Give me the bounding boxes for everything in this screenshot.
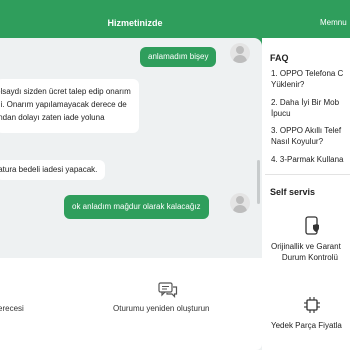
faq-title: FAQ [270, 53, 289, 63]
faq-item[interactable]: 3. OPPO Akıllı Telef Nasıl Koyulur? [271, 125, 341, 147]
faq-item-line: Nasıl Koyulur? [271, 137, 324, 146]
bot-message: fatura bedeli iadesi yapacak. [0, 160, 106, 180]
sidebar-divider [265, 174, 350, 175]
rating-action-label[interactable]: erecesi [0, 304, 24, 313]
message-line: olsaydı sizden ücret talep edip onarım [0, 87, 131, 96]
service-label-line: Orijinallik ve Garant [271, 242, 341, 251]
chip-icon[interactable] [303, 296, 321, 314]
chat-scrollbar[interactable] [257, 160, 260, 204]
message-text: anlamadım bişey [148, 52, 209, 61]
faq-item-line: 1. OPPO Telefona C [271, 69, 344, 78]
service-label-line: Yedek Parça Fiyatla [271, 321, 342, 330]
self-service-title: Self servis [270, 187, 316, 197]
user-avatar [230, 193, 250, 213]
message-text: fatura bedeli iadesi yapacak. [0, 165, 98, 174]
message-line: ından dolayı zaten iade yoluna [0, 113, 105, 122]
service-spare-parts-prices[interactable]: Yedek Parça Fiyatla [271, 320, 342, 331]
chat-bubbles-icon[interactable] [158, 282, 178, 298]
faq-item-line: 4. 3-Parmak Kullana [271, 155, 344, 164]
restart-session-button[interactable]: Oturumu yeniden oluşturun [113, 304, 210, 313]
faq-item[interactable]: 4. 3-Parmak Kullana [271, 154, 343, 165]
bot-message: olsaydı sizden ücret talep edip onarım d… [0, 79, 139, 133]
message-text: ok anladım mağdur olarak kalacağız [72, 202, 201, 211]
faq-item-line: 2. Daha İyi Bir Mob [271, 98, 340, 107]
faq-item-line: 3. OPPO Akıllı Telef [271, 126, 342, 135]
service-label-line: Durum Kontrolü [281, 253, 338, 262]
message-line: di. Onarım yapılamayacak derece de [0, 100, 127, 109]
user-message: anlamadım bişey [140, 47, 217, 67]
faq-item-line: Yüklenir? [271, 80, 305, 89]
faq-item-line: İpucu [271, 109, 291, 118]
faq-item[interactable]: 1. OPPO Telefona C Yüklenir? [271, 68, 343, 90]
user-avatar [230, 43, 250, 63]
service-warranty-check[interactable]: Orijinallik ve Garant Durum Kontrolü [271, 241, 341, 263]
phone-shield-icon[interactable] [304, 216, 320, 236]
faq-item[interactable]: 2. Daha İyi Bir Mob İpucu [271, 97, 339, 119]
user-message: ok anladım mağdur olarak kalacağız [64, 195, 209, 219]
